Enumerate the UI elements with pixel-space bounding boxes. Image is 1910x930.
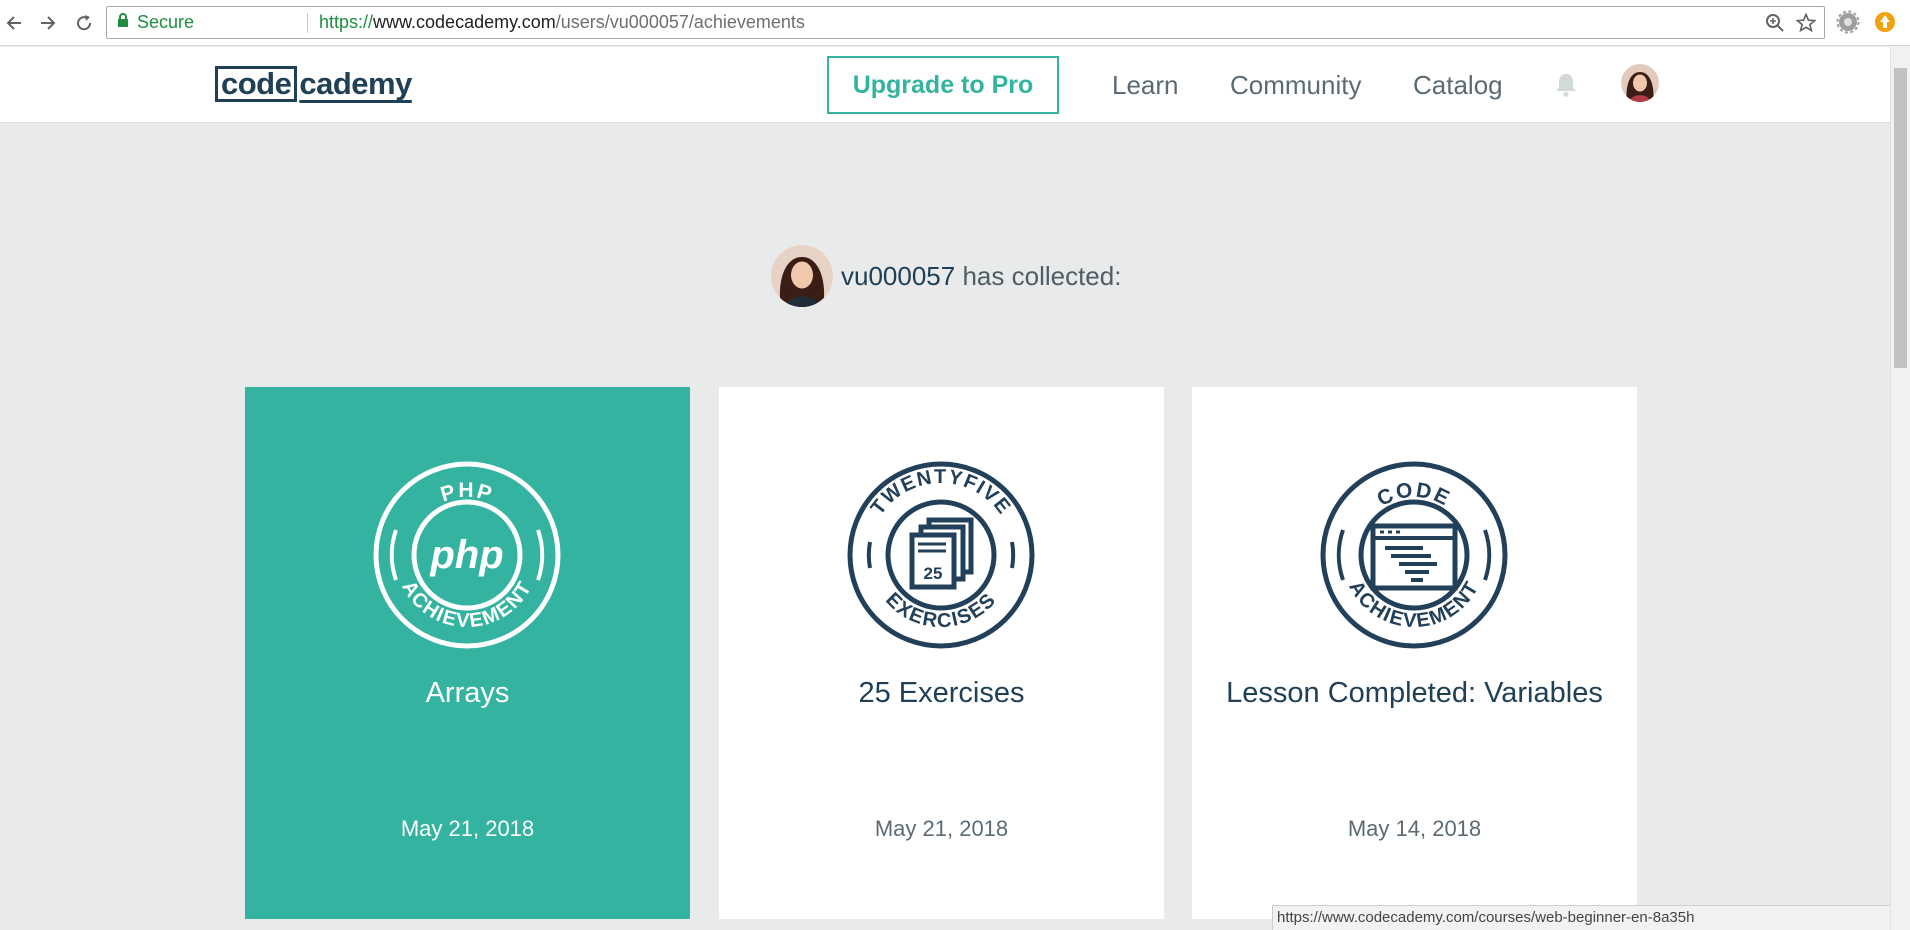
- twentyfive-exercises-badge-icon: TWENTYFIVE EXERCISES 25: [847, 461, 1035, 649]
- codecademy-logo[interactable]: code cademy: [215, 65, 412, 103]
- profile-avatar[interactable]: [771, 245, 833, 307]
- svg-text:TWENTYFIVE: TWENTYFIVE: [867, 466, 1016, 519]
- user-avatar[interactable]: [1621, 64, 1659, 102]
- svg-text:EXERCISES: EXERCISES: [881, 589, 1001, 633]
- achievement-date: May 21, 2018: [400, 816, 535, 841]
- bell-icon[interactable]: [1554, 72, 1578, 98]
- profile-username[interactable]: vu000057: [841, 261, 955, 291]
- url-domain: www.codecademy.com: [373, 12, 556, 32]
- url-scheme: https://: [319, 12, 374, 32]
- collected-suffix: has collected:: [962, 260, 1122, 291]
- profile-collected-heading: vu000057 has collected:: [771, 245, 1121, 307]
- logo-rest-text: cademy: [299, 66, 412, 101]
- zoom-icon[interactable]: [1765, 13, 1785, 33]
- php-achievement-badge-icon: PHP ACHIEVEMENT php: [373, 461, 561, 649]
- achievement-title: 25 Exercises: [858, 677, 1025, 709]
- nav-catalog-link[interactable]: Catalog: [1413, 67, 1503, 103]
- secure-label: Secure: [137, 12, 195, 32]
- upgrade-to-pro-button[interactable]: Upgrade to Pro: [827, 56, 1059, 114]
- link-status-bar: https://www.codecademy.com/courses/web-b…: [1272, 905, 1890, 930]
- achievement-card-lesson-variables[interactable]: CODE ACHIEVEMENT Lesson Completed: Varia…: [1192, 387, 1637, 919]
- logo-box-text: code: [215, 66, 298, 102]
- lock-icon: [117, 12, 129, 33]
- url-path: /users/vu000057/achievements: [555, 12, 805, 32]
- star-icon[interactable]: [1795, 12, 1817, 33]
- achievement-date: May 14, 2018: [1347, 816, 1482, 841]
- forward-arrow-icon[interactable]: [34, 9, 62, 37]
- browser-toolbar: Secure https://www.codecademy.com/users/…: [0, 0, 1910, 46]
- page-scrollbar[interactable]: [1890, 46, 1910, 930]
- achievement-title: Arrays: [425, 677, 510, 709]
- url-text[interactable]: https://www.codecademy.com/users/vu00005…: [319, 7, 805, 38]
- back-arrow-icon[interactable]: [0, 9, 28, 37]
- site-header: code cademy Upgrade to Pro Learn Communit…: [0, 47, 1890, 123]
- settings-extension-icon[interactable]: [1836, 10, 1860, 34]
- url-divider: [307, 13, 308, 33]
- nav-learn-link[interactable]: Learn: [1112, 67, 1179, 103]
- badge-top-text: TWENTYFIVE: [867, 466, 1014, 519]
- nav-community-link[interactable]: Community: [1230, 67, 1361, 103]
- badge-bottom-text: ACHIEVEMENT: [397, 577, 535, 632]
- badge-center-text: php: [429, 533, 503, 577]
- secure-indicator[interactable]: Secure: [117, 7, 194, 38]
- achievement-card-25-exercises[interactable]: TWENTYFIVE EXERCISES 25 25 Exercises May…: [719, 387, 1164, 919]
- orange-extension-icon[interactable]: [1873, 10, 1897, 34]
- achievement-card-arrays[interactable]: PHP ACHIEVEMENT php Arrays May 21, 2018: [245, 387, 690, 919]
- svg-text:CODE: CODE: [1374, 478, 1455, 510]
- achievement-title: Lesson Completed: Variables: [1226, 677, 1603, 709]
- badge-top-text: CODE: [1374, 478, 1453, 510]
- badge-center-text: 25: [924, 564, 943, 583]
- address-bar[interactable]: Secure https://www.codecademy.com/users/…: [106, 6, 1825, 39]
- achievement-date: May 21, 2018: [874, 816, 1009, 841]
- code-achievement-badge-icon: CODE ACHIEVEMENT: [1320, 461, 1508, 649]
- reload-icon[interactable]: [70, 9, 98, 37]
- badge-bottom-text: EXERCISES: [881, 589, 999, 633]
- collected-text: vu000057 has collected:: [841, 261, 1121, 292]
- scrollbar-thumb[interactable]: [1894, 68, 1907, 368]
- svg-text:ACHIEVEMENT: ACHIEVEMENT: [397, 577, 536, 632]
